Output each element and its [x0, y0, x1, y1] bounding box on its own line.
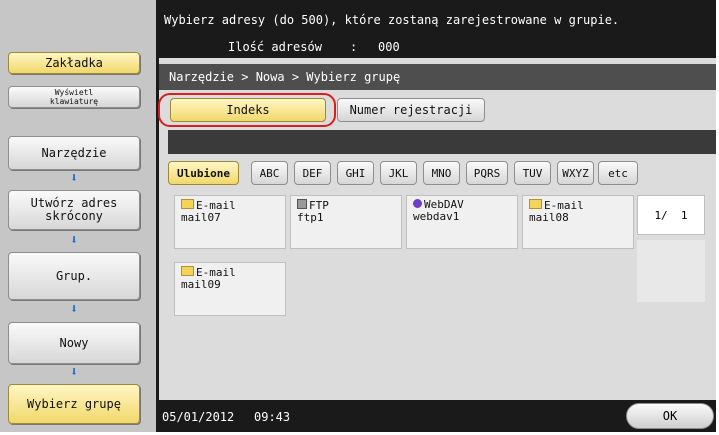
- filter-tuv[interactable]: TUV: [514, 161, 551, 185]
- tab-index[interactable]: Indeks: [170, 98, 326, 122]
- email-icon: [181, 266, 194, 276]
- email-icon: [181, 199, 194, 209]
- footer-date: 05/01/2012: [162, 410, 235, 424]
- entry-name: mail09: [181, 278, 221, 291]
- address-entry[interactable]: WebDAV webdav1: [406, 195, 518, 249]
- page-indicator-text: 1/ 1: [654, 208, 688, 222]
- address-entry[interactable]: E-mail mail09: [174, 262, 286, 316]
- filter-favorites[interactable]: Ulubione: [168, 161, 239, 185]
- address-entry[interactable]: E-mail mail08: [522, 195, 634, 249]
- step-group: Grup.: [8, 252, 140, 300]
- tab-registration-number[interactable]: Numer rejestracji: [337, 98, 485, 122]
- address-entry[interactable]: E-mail mail07: [174, 195, 286, 249]
- breadcrumb: Narzędzie > Nowa > Wybierz grupę: [159, 64, 716, 90]
- search-bar: [168, 130, 716, 154]
- arrow-down-icon: ⬇: [70, 302, 78, 317]
- filter-mno[interactable]: MNO: [423, 161, 460, 185]
- entry-name: webdav1: [413, 210, 460, 223]
- address-count-value: 000: [378, 40, 400, 54]
- instruction-text: Wybierz adresy (do 500), które zostaną z…: [164, 13, 620, 27]
- filter-def[interactable]: DEF: [294, 161, 331, 185]
- entry-name: mail07: [181, 211, 221, 224]
- webdav-icon: [413, 199, 422, 208]
- filter-etc[interactable]: etc: [598, 161, 638, 185]
- arrow-down-icon: ⬇: [70, 233, 78, 248]
- pager-column: [637, 240, 705, 302]
- filter-jkl[interactable]: JKL: [380, 161, 417, 185]
- ok-button[interactable]: OK: [626, 403, 714, 429]
- breadcrumb-text: Narzędzie > Nowa > Wybierz grupę: [169, 70, 401, 84]
- filter-wxyz[interactable]: WXYZ: [557, 161, 594, 185]
- filter-abc[interactable]: ABC: [251, 161, 288, 185]
- filter-ghi[interactable]: GHI: [337, 161, 374, 185]
- arrow-down-icon: ⬇: [70, 171, 78, 186]
- ftp-icon: [297, 199, 307, 209]
- step-select-group: Wybierz grupę: [8, 384, 140, 424]
- bookmark-button[interactable]: Zakładka: [8, 52, 140, 74]
- address-count-label: Ilość adresów: [228, 40, 322, 54]
- step-create-short-address: Utwórz adres skrócony: [8, 190, 140, 230]
- footer-time: 09:43: [254, 410, 291, 424]
- filter-pqrs[interactable]: PQRS: [466, 161, 508, 185]
- step-new: Nowy: [8, 322, 140, 364]
- entry-name: ftp1: [297, 211, 324, 224]
- entry-name: mail08: [529, 211, 569, 224]
- address-entry[interactable]: FTP ftp1: [290, 195, 402, 249]
- page-indicator: 1/ 1: [637, 195, 705, 235]
- address-count-separator: :: [350, 40, 358, 54]
- email-icon: [529, 199, 542, 209]
- show-keyboard-button[interactable]: Wyświetl klawiaturę: [8, 86, 140, 108]
- step-tool: Narzędzie: [8, 136, 140, 170]
- arrow-down-icon: ⬇: [70, 365, 78, 380]
